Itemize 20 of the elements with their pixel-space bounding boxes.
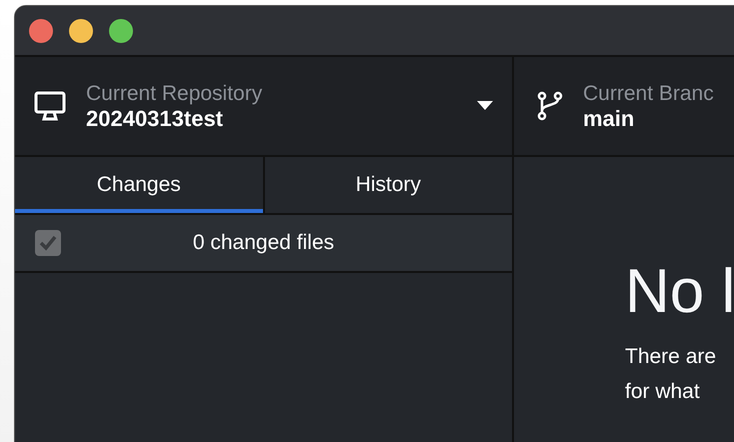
tab[interactable]: History <box>264 157 512 213</box>
empty-state-text: There are <box>625 344 716 370</box>
branch-label: Current Branc <box>583 80 714 106</box>
minimize-button[interactable] <box>69 18 93 42</box>
close-button[interactable] <box>29 18 53 42</box>
empty-state-text: for what <box>625 379 700 405</box>
caret-icon <box>477 101 493 110</box>
tab[interactable]: Changes <box>15 157 262 213</box>
branch-selector[interactable]: Current Branc main <box>514 57 734 155</box>
branch-icon <box>537 91 563 121</box>
zoom-button[interactable] <box>109 18 133 42</box>
checkmark-icon <box>39 235 57 251</box>
branch-name: main <box>583 106 636 132</box>
checkbox[interactable] <box>35 230 61 256</box>
repository-selector[interactable]: Current Repository 20240313test <box>15 57 512 155</box>
repository-name: 20240313test <box>86 106 224 132</box>
monitor-icon <box>34 91 66 121</box>
empty-state-title: No l <box>625 257 734 327</box>
changed-files-count: 0 changed files <box>192 231 336 255</box>
repository-label: Current Repository <box>86 80 262 106</box>
